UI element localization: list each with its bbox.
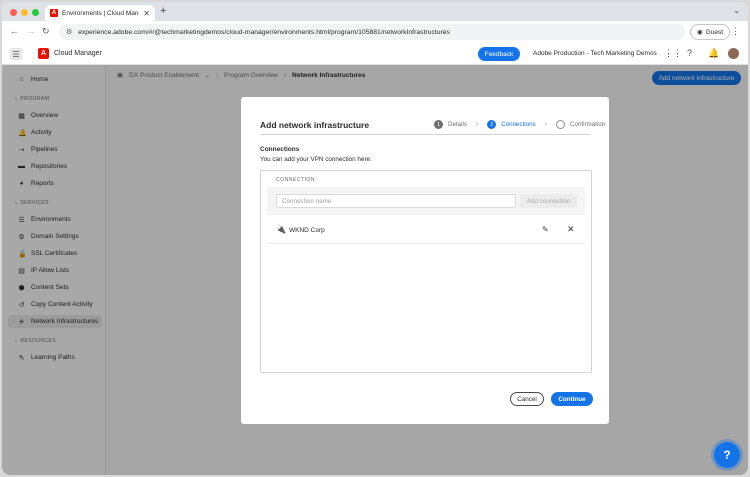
- section-title: Connections: [260, 146, 300, 153]
- maximize-window-dot[interactable]: [32, 9, 39, 16]
- step-2-indicator: 2: [487, 120, 497, 129]
- apps-grid-icon[interactable]: ⋮⋮: [664, 48, 682, 59]
- forward-arrow-icon[interactable]: →: [26, 26, 35, 36]
- app-header: ☰ A Cloud Manager Feedback Adobe Product…: [2, 43, 748, 65]
- guest-profile-button[interactable]: ◉ Guest: [690, 24, 730, 40]
- add-connection-button[interactable]: Add connection: [520, 194, 577, 208]
- chevron-right-icon: ›: [475, 121, 479, 128]
- adobe-logo-icon: A: [38, 48, 49, 59]
- step-1-label: Details: [448, 121, 467, 128]
- step-3-label: Confirmation: [570, 121, 606, 128]
- step-2-label: Connections: [501, 121, 536, 128]
- add-network-infrastructure-dialog: Add network infrastructure 1 Details › 2…: [241, 97, 609, 424]
- wizard-steps: 1 Details › 2 Connections › Confirmation: [434, 120, 605, 129]
- continue-button[interactable]: Continue: [551, 392, 593, 406]
- tab-search-chevron-icon[interactable]: ⌄: [733, 6, 740, 15]
- back-arrow-icon[interactable]: ←: [10, 26, 19, 36]
- section-description: You can add your VPN connection here.: [260, 156, 372, 163]
- chevron-right-icon: ›: [544, 121, 548, 128]
- new-tab-icon[interactable]: +: [160, 5, 166, 17]
- connection-name: WKND Corp: [289, 227, 325, 234]
- browser-tab-bar: A Environments | Cloud Manage ✕ + ⌄: [2, 2, 748, 21]
- guest-label: Guest: [705, 28, 723, 36]
- connection-name-input[interactable]: Connection name: [276, 194, 516, 208]
- feedback-button[interactable]: Feedback: [478, 47, 520, 61]
- url-text: experience.adobe.com/#/@techmarketingdem…: [78, 28, 450, 36]
- connections-table: CONNECTION Connection name Add connectio…: [260, 170, 592, 373]
- close-tab-icon[interactable]: ✕: [143, 9, 150, 18]
- notifications-bell-icon[interactable]: 🔔: [708, 48, 719, 59]
- menu-toggle-icon[interactable]: ☰: [10, 48, 22, 60]
- reload-icon[interactable]: ↻: [42, 26, 50, 37]
- plug-icon: 🔌: [276, 225, 286, 234]
- edit-pencil-icon[interactable]: ✎: [542, 225, 549, 234]
- step-3-indicator: [556, 120, 566, 129]
- profile-icon: ◉: [696, 29, 703, 36]
- org-switcher[interactable]: Adobe Production - Tech Marketing Demos: [533, 50, 657, 57]
- column-header-connection: CONNECTION: [276, 177, 315, 183]
- help-circle-icon[interactable]: ?: [687, 48, 692, 58]
- browser-tab[interactable]: A Environments | Cloud Manage ✕: [45, 5, 155, 21]
- browser-menu-icon[interactable]: ⋮: [731, 26, 740, 37]
- site-settings-icon[interactable]: ⚙: [66, 28, 72, 36]
- add-connection-row: Connection name Add connection: [267, 187, 585, 215]
- delete-x-icon[interactable]: ✕: [567, 224, 575, 235]
- url-field[interactable]: ⚙ experience.adobe.com/#/@techmarketingd…: [59, 24, 685, 40]
- adobe-favicon-icon: A: [50, 9, 58, 17]
- close-window-dot[interactable]: [10, 9, 17, 16]
- user-avatar[interactable]: [728, 48, 739, 59]
- tab-title: Environments | Cloud Manage: [62, 9, 139, 17]
- step-1-indicator: 1: [434, 120, 443, 129]
- table-row: 🔌 WKND Corp ✎ ✕: [267, 217, 585, 244]
- address-bar-row: ← → ↻ ⚙ experience.adobe.com/#/@techmark…: [2, 21, 748, 43]
- help-chat-button[interactable]: ?: [714, 442, 740, 468]
- app-name[interactable]: Cloud Manager: [54, 50, 102, 57]
- cancel-button[interactable]: Cancel: [510, 392, 544, 406]
- minimize-window-dot[interactable]: [21, 9, 28, 16]
- dialog-divider: [260, 134, 591, 135]
- dialog-title: Add network infrastructure: [260, 120, 370, 130]
